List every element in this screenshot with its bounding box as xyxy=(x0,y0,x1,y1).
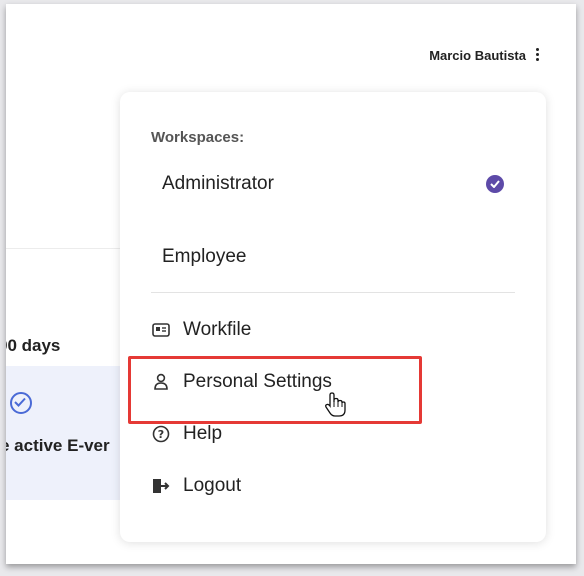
check-circle-icon xyxy=(10,392,32,414)
menu-item-workfile[interactable]: Workfile xyxy=(151,314,251,346)
background-card xyxy=(6,366,122,500)
workspaces-label: Workspaces: xyxy=(151,129,245,146)
menu-item-label: Help xyxy=(183,423,223,444)
selected-check-icon xyxy=(486,175,504,193)
workspace-menu: Workspaces: Administrator Employee Workf… xyxy=(120,92,546,542)
background-active-text: e active E-ver xyxy=(6,436,110,455)
menu-divider xyxy=(151,292,515,293)
menu-item-logout[interactable]: Logout xyxy=(151,470,241,502)
svg-text:?: ? xyxy=(158,428,164,441)
menu-item-label: Logout xyxy=(183,475,242,496)
workspace-employee[interactable]: Employee xyxy=(162,246,247,268)
user-name[interactable]: Marcio Bautista xyxy=(429,48,526,63)
logout-icon xyxy=(151,476,171,496)
id-card-icon xyxy=(151,320,171,340)
workspace-administrator[interactable]: Administrator xyxy=(162,173,274,195)
more-options-icon[interactable] xyxy=(534,44,540,64)
background-days-text: 90 days xyxy=(6,336,61,355)
hand-cursor-icon xyxy=(324,392,346,423)
app-window: Marcio Bautista 90 days e active E-ver W… xyxy=(6,4,576,564)
highlight-box xyxy=(128,356,422,424)
menu-item-label: Workfile xyxy=(183,319,252,340)
help-icon: ? xyxy=(151,424,171,444)
